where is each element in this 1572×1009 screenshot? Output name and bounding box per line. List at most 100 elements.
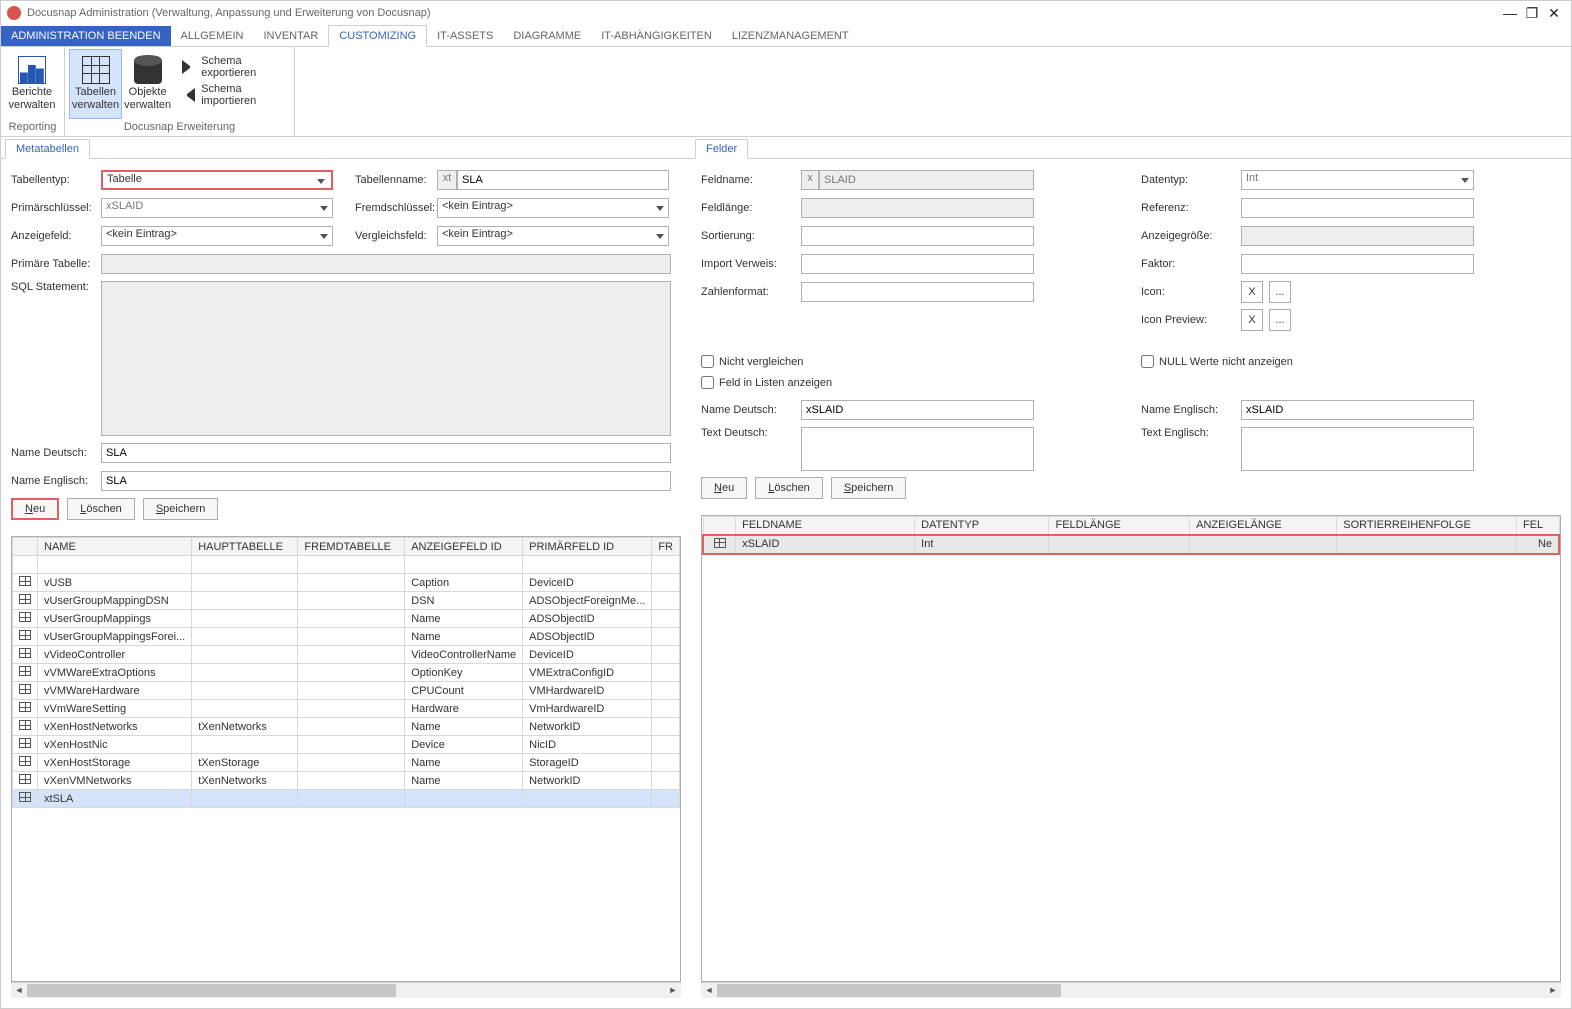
tabellenname-input[interactable] bbox=[457, 170, 669, 190]
iconpreview-clear-button[interactable]: X bbox=[1241, 309, 1263, 331]
window-title: Docusnap Administration (Verwaltung, Anp… bbox=[27, 7, 431, 19]
field-name-de-input[interactable] bbox=[801, 400, 1034, 420]
subtab-metatabellen[interactable]: Metatabellen bbox=[5, 139, 90, 159]
sql-statement-textarea[interactable] bbox=[101, 281, 671, 436]
schema-import-button[interactable]: Schema importieren bbox=[173, 81, 290, 109]
table-row[interactable]: vXenHostNicDeviceNicID bbox=[13, 736, 680, 754]
lbl-tabellenname: Tabellenname: bbox=[349, 174, 437, 186]
reports-manage-button[interactable]: Berichte verwalten bbox=[5, 49, 59, 119]
tables-manage-button[interactable]: Tabellen verwalten bbox=[69, 49, 122, 119]
iconpreview-browse-button[interactable]: ... bbox=[1269, 309, 1291, 331]
field-name-en-input[interactable] bbox=[1241, 400, 1474, 420]
scroll-thumb[interactable] bbox=[27, 984, 396, 997]
table-row[interactable]: vUserGroupMappingsNameADSObjectID bbox=[13, 610, 680, 628]
chart-icon bbox=[18, 56, 46, 84]
table-row[interactable]: vUserGroupMappingDSNDSNADSObjectForeignM… bbox=[13, 592, 680, 610]
metatabellen-grid[interactable]: NAME HAUPTTABELLE FREMDTABELLE ANZEIGEFE… bbox=[11, 536, 681, 982]
fremdschluessel-select[interactable]: <kein Eintrag> bbox=[437, 198, 669, 218]
table-row[interactable]: vVmWareSettingHardwareVmHardwareID bbox=[13, 700, 680, 718]
chk-null-werte[interactable]: NULL Werte nicht anzeigen bbox=[1141, 355, 1561, 368]
scroll-right-icon[interactable]: ► bbox=[667, 985, 679, 997]
tab-customizing[interactable]: CUSTOMIZING bbox=[328, 25, 427, 47]
table-row[interactable]: vXenVMNetworkstXenNetworksNameNetworkID bbox=[13, 772, 680, 790]
lbl-primaere-tabelle: Primäre Tabelle: bbox=[11, 258, 101, 270]
felder-grid[interactable]: FELDNAME DATENTYP FELDLÄNGE ANZEIGELÄNGE… bbox=[701, 515, 1561, 982]
icon-browse-button[interactable]: ... bbox=[1269, 281, 1291, 303]
left-speichern-button[interactable]: Speichern bbox=[143, 498, 219, 520]
close-button[interactable]: ✕ bbox=[1543, 5, 1565, 22]
right-loeschen-button[interactable]: Löschen bbox=[755, 477, 823, 499]
export-icon bbox=[182, 60, 195, 74]
anzeigefeld-select[interactable]: <kein Eintrag> bbox=[101, 226, 333, 246]
chk-feld-in-listen[interactable]: Feld in Listen anzeigen bbox=[701, 376, 1121, 389]
table-icon bbox=[714, 538, 726, 548]
feldname-input bbox=[819, 170, 1034, 190]
field-text-de-textarea[interactable] bbox=[801, 427, 1034, 471]
field-text-en-textarea[interactable] bbox=[1241, 427, 1474, 471]
left-grid-hscrollbar[interactable]: ◄ ► bbox=[11, 982, 681, 998]
table-row[interactable]: xtSLA bbox=[13, 790, 680, 808]
tables-icon bbox=[82, 56, 110, 84]
tab-diagramme[interactable]: DIAGRAMME bbox=[503, 26, 591, 46]
zahlenformat-input[interactable] bbox=[801, 282, 1034, 302]
primaerschluessel-select[interactable]: xSLAID bbox=[101, 198, 333, 218]
table-icon bbox=[19, 576, 31, 586]
scroll-left-icon[interactable]: ◄ bbox=[703, 985, 715, 997]
subtab-felder[interactable]: Felder bbox=[695, 139, 748, 159]
table-row[interactable]: vVMWareExtraOptionsOptionKeyVMExtraConfi… bbox=[13, 664, 680, 682]
table-icon bbox=[19, 756, 31, 766]
table-row[interactable]: vVMWareHardwareCPUCountVMHardwareID bbox=[13, 682, 680, 700]
tab-allgemein[interactable]: ALLGEMEIN bbox=[171, 26, 254, 46]
minimize-button[interactable]: — bbox=[1499, 5, 1521, 21]
objects-icon bbox=[134, 56, 162, 84]
table-icon bbox=[19, 684, 31, 694]
tab-itassets[interactable]: IT-ASSETS bbox=[427, 26, 503, 46]
scroll-right-icon[interactable]: ► bbox=[1547, 985, 1559, 997]
sortierung-input[interactable] bbox=[801, 226, 1034, 246]
tab-file[interactable]: Administration beenden bbox=[1, 26, 171, 46]
table-icon bbox=[19, 612, 31, 622]
objects-manage-button[interactable]: Objekte verwalten bbox=[122, 49, 173, 119]
scroll-thumb[interactable] bbox=[717, 984, 1061, 997]
feldname-prefix: x bbox=[801, 170, 819, 190]
ribbon: Berichte verwalten Reporting Tabellen ve… bbox=[1, 47, 1571, 137]
faktor-input[interactable] bbox=[1241, 254, 1474, 274]
lbl-sql: SQL Statement: bbox=[11, 281, 101, 293]
vergleichsfeld-select[interactable]: <kein Eintrag> bbox=[437, 226, 669, 246]
table-row[interactable]: vXenHostNetworkstXenNetworksNameNetworkI… bbox=[13, 718, 680, 736]
lbl-tabellentyp: Tabellentyp: bbox=[11, 174, 101, 186]
group-extension-label: Docusnap Erweiterung bbox=[69, 119, 290, 136]
lbl-vergleichsfeld: Vergleichsfeld: bbox=[349, 230, 437, 242]
name-deutsch-input[interactable] bbox=[101, 443, 671, 463]
importverweis-input[interactable] bbox=[801, 254, 1034, 274]
right-speichern-button[interactable]: Speichern bbox=[831, 477, 907, 499]
grid-filter-row[interactable] bbox=[13, 556, 680, 574]
tab-inventar[interactable]: INVENTAR bbox=[254, 26, 329, 46]
icon-clear-button[interactable]: X bbox=[1241, 281, 1263, 303]
table-row[interactable]: xSLAIDIntNe bbox=[703, 535, 1559, 554]
table-icon bbox=[19, 630, 31, 640]
schema-export-button[interactable]: Schema exportieren bbox=[173, 53, 290, 81]
table-row[interactable]: vVideoControllerVideoControllerNameDevic… bbox=[13, 646, 680, 664]
right-grid-hscrollbar[interactable]: ◄ ► bbox=[701, 982, 1561, 998]
referenz-input[interactable] bbox=[1241, 198, 1474, 218]
right-neu-button[interactable]: Neu bbox=[701, 477, 747, 499]
lbl-anzeigefeld: Anzeigefeld: bbox=[11, 230, 101, 242]
left-loeschen-button[interactable]: Löschen bbox=[67, 498, 135, 520]
table-icon bbox=[19, 666, 31, 676]
table-icon bbox=[19, 594, 31, 604]
lbl-feldname: Feldname: bbox=[701, 174, 801, 186]
table-row[interactable]: vUSBCaptionDeviceID bbox=[13, 574, 680, 592]
maximize-button[interactable]: ❐ bbox=[1521, 5, 1543, 22]
table-row[interactable]: vUserGroupMappingsForei...NameADSObjectI… bbox=[13, 628, 680, 646]
left-neu-button[interactable]: Neu bbox=[11, 498, 59, 520]
name-englisch-input[interactable] bbox=[101, 471, 671, 491]
app-icon bbox=[7, 6, 21, 20]
tab-lizenzmanagement[interactable]: LIZENZMANAGEMENT bbox=[722, 26, 859, 46]
scroll-left-icon[interactable]: ◄ bbox=[13, 985, 25, 997]
chk-nicht-vergleichen[interactable]: Nicht vergleichen bbox=[701, 355, 1121, 368]
table-row[interactable]: vXenHostStoragetXenStorageNameStorageID bbox=[13, 754, 680, 772]
tabellentyp-select[interactable]: Tabelle bbox=[101, 170, 333, 190]
feldlaenge-input bbox=[801, 198, 1034, 218]
tab-itabhaengigkeiten[interactable]: IT-ABHÄNGIGKEITEN bbox=[591, 26, 722, 46]
